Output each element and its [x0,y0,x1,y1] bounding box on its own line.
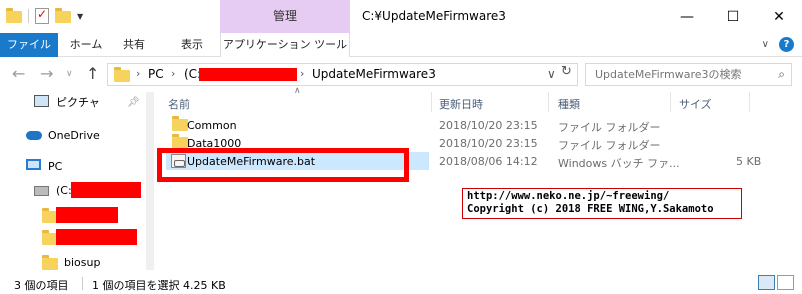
drive-icon [34,186,49,196]
column-header-size[interactable]: サイズ [679,96,712,112]
onedrive-icon [26,131,42,140]
pictures-icon [34,95,49,107]
ribbon-controls: ∨ ? [762,37,794,52]
large-icons-view-icon[interactable] [777,275,794,290]
status-selection: 1 個の項目を選択 4.25 KB [92,279,226,292]
minimize-button[interactable]: — [664,0,710,33]
title-bar: ▼ 管理 C:¥UpdateMeFirmware3 — ☐ ✕ [0,0,802,33]
chevron-down-icon[interactable]: ∨ [762,39,769,50]
chevron-down-icon[interactable]: ∨ [547,67,556,81]
chevron-right-icon[interactable]: › [136,67,140,80]
search-icon[interactable]: ⌕ [778,67,785,82]
tab-file[interactable]: ファイル [0,33,58,57]
new-folder-icon[interactable] [55,8,71,24]
nav-item-pc[interactable]: PC [26,156,62,176]
ribbon: ファイル ホーム 共有 表示 アプリケーション ツール ∨ ? [0,33,802,57]
tab-application-tools[interactable]: アプリケーション ツール [220,33,350,57]
status-bar: 3 個の項目 1 個の項目を選択 4.25 KB [0,272,802,294]
status-item-count: 3 個の項目 [14,279,69,292]
back-arrow-icon[interactable]: ← [12,64,25,83]
file-type: Windows バッチ ファ... [558,157,680,170]
column-header-name[interactable]: 名前 [168,96,190,112]
sort-ascending-icon: ∧ [294,86,301,96]
file-date: 2018/10/20 23:15 [439,119,538,132]
address-row: ← → ∨ ↑ › PC › (C: › UpdateMeFirmware3 ∨… [0,58,802,90]
credit-copyright: Copyright (c) 2018 FREE WING,Y.Sakamoto [467,203,714,215]
nav-item-label: ピクチャ [56,96,100,109]
recent-locations-icon[interactable]: ∨ [66,69,73,79]
divider [548,92,549,112]
divider [431,92,432,112]
file-type: ファイル フォルダー [558,121,661,134]
window-controls: — ☐ ✕ [664,0,802,33]
divider [749,92,750,112]
nav-item-drive-c[interactable]: (C:) [34,180,76,200]
breadcrumb-pc[interactable]: PC [148,67,164,81]
window-title: C:¥UpdateMeFirmware3 [362,9,506,23]
help-icon[interactable]: ? [779,37,794,52]
file-date: 2018/10/20 23:15 [439,137,538,150]
address-bar[interactable]: › PC › (C: › UpdateMeFirmware3 ∨ [107,63,578,86]
tab-home[interactable]: ホーム [62,33,110,57]
redaction-mark [56,207,118,223]
up-arrow-icon[interactable]: ↑ [86,64,99,83]
quick-access-toolbar: ▼ [6,7,83,24]
maximize-button[interactable]: ☐ [710,0,756,33]
folder-icon [42,255,58,270]
credit-overlay: http://www.neko.ne.jp/~freewing/ Copyrig… [462,188,742,219]
redaction-mark [71,182,141,198]
nav-item-pictures[interactable]: ピクチャ [34,92,100,112]
file-size: 5 KB [736,155,762,168]
highlight-box [157,148,409,182]
details-view-icon[interactable] [758,275,775,290]
file-date: 2018/08/06 14:12 [439,155,538,168]
file-name: Common [187,119,237,132]
nav-item-label: OneDrive [48,128,100,142]
context-tab-manage[interactable]: 管理 [220,0,350,33]
folder-icon [114,67,130,82]
divider [28,9,29,23]
redaction-mark [56,229,137,245]
nav-scrollbar[interactable] [146,92,154,270]
pin-icon[interactable]: 📌︎ [127,97,140,108]
forward-arrow-icon[interactable]: → [40,64,53,83]
folder-icon [172,116,188,131]
breadcrumb-folder[interactable]: UpdateMeFirmware3 [312,67,436,81]
properties-icon[interactable] [35,7,49,24]
chevron-right-icon[interactable]: › [300,67,304,80]
search-input[interactable] [586,64,766,84]
pc-icon [26,159,41,170]
redaction-mark [199,68,297,81]
navigation-pane: ピクチャ 📌︎ OneDrive PC (C:) biosup [0,90,155,270]
close-button[interactable]: ✕ [756,0,802,33]
view-toggle [758,275,794,290]
chevron-right-icon[interactable]: › [171,67,175,80]
nav-item-label: biosup [64,255,101,269]
column-header-type[interactable]: 種類 [558,96,580,112]
search-box[interactable]: ⌕ [585,63,792,86]
tab-view[interactable]: 表示 [167,33,217,57]
divider [82,277,83,290]
nav-item-label: PC [48,159,63,173]
credit-url: http://www.neko.ne.jp/~freewing/ [467,190,670,202]
divider [670,92,671,112]
folder-icon[interactable] [6,8,22,24]
nav-item-onedrive[interactable]: OneDrive [26,125,100,145]
file-row[interactable]: Common 2018/10/20 23:15 ファイル フォルダー [166,116,796,134]
customize-qat-icon[interactable]: ▼ [77,12,83,21]
refresh-icon[interactable]: ↻ [561,64,577,80]
nav-item-biosup[interactable]: biosup [42,252,100,272]
file-type: ファイル フォルダー [558,139,661,152]
tab-share[interactable]: 共有 [114,33,154,57]
column-header-date[interactable]: 更新日時 [439,96,483,112]
